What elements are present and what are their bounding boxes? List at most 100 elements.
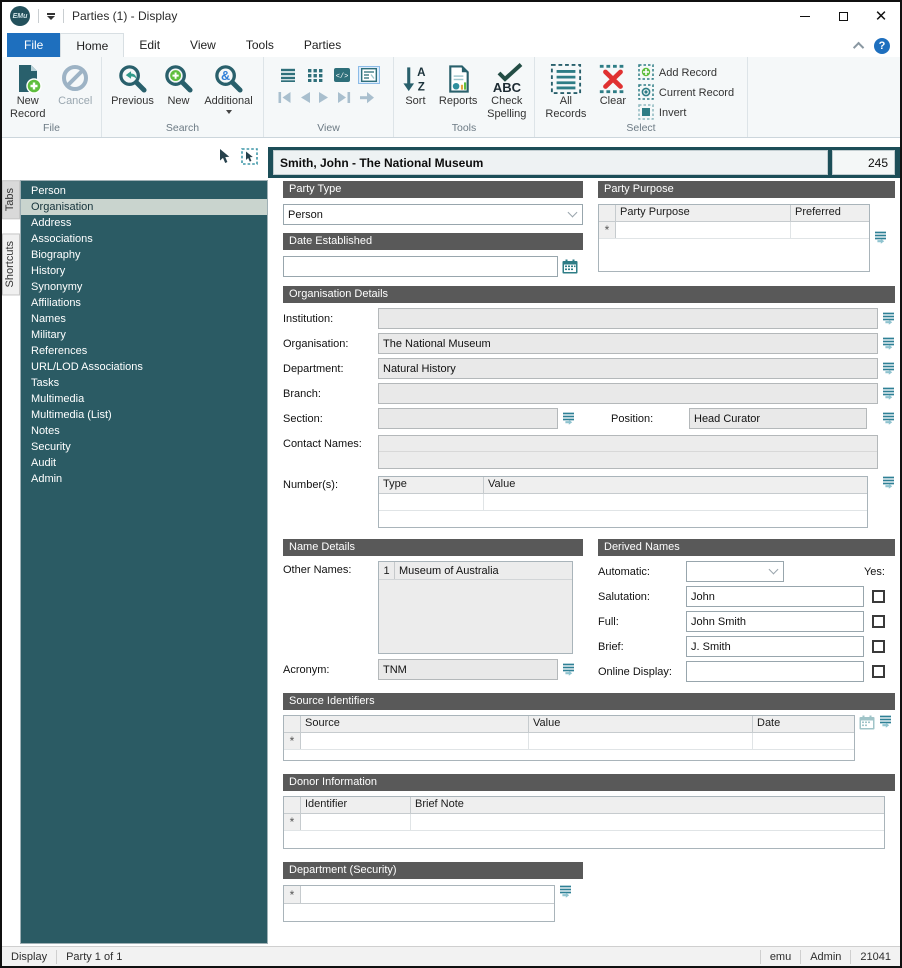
full-yes-checkbox[interactable]	[872, 615, 885, 628]
fill-tool-icon[interactable]	[882, 476, 895, 490]
fill-tool-icon[interactable]	[562, 663, 575, 677]
select-add-record-button[interactable]: Add Record	[638, 64, 734, 82]
department-security-list[interactable]: *	[283, 885, 555, 922]
date-established-input[interactable]	[283, 256, 558, 277]
tab-view[interactable]: View	[175, 33, 231, 57]
sidebar-item-url-lod-associations[interactable]: URL/LOD Associations	[21, 359, 267, 375]
sidebar-item-names[interactable]: Names	[21, 311, 267, 327]
fill-tool-icon[interactable]	[882, 362, 895, 376]
sidebar-item-biography[interactable]: Biography	[21, 247, 267, 263]
branch-input[interactable]	[378, 383, 878, 404]
sidebar-item-security[interactable]: Security	[21, 439, 267, 455]
sidebar-item-synonymy[interactable]: Synonymy	[21, 279, 267, 295]
view-list-icon[interactable]	[277, 66, 299, 84]
salutation-input[interactable]: John	[686, 586, 864, 607]
fill-tool-icon[interactable]	[882, 312, 895, 326]
sidebar-item-organisation[interactable]: Organisation	[21, 199, 267, 215]
party-purpose-table[interactable]: Party Purpose Preferred *	[598, 204, 870, 272]
sidebar-item-address[interactable]: Address	[21, 215, 267, 231]
sidebar-item-military[interactable]: Military	[21, 327, 267, 343]
help-icon[interactable]: ?	[874, 38, 890, 54]
fill-tool-icon[interactable]	[879, 715, 892, 729]
salutation-yes-checkbox[interactable]	[872, 590, 885, 603]
calendar-icon[interactable]	[859, 715, 875, 730]
tab-tools[interactable]: Tools	[231, 33, 289, 57]
brief-name-input[interactable]: J. Smith	[686, 636, 864, 657]
rail-tab-shortcuts[interactable]: Shortcuts	[2, 233, 20, 295]
source-identifiers-table[interactable]: Source Value Date *	[283, 715, 855, 761]
department-input[interactable]: Natural History	[378, 358, 878, 379]
maximize-button[interactable]	[824, 2, 862, 30]
automatic-dropdown[interactable]	[686, 561, 784, 582]
sidebar-item-history[interactable]: History	[21, 263, 267, 279]
select-all-records-button[interactable]: All Records	[540, 59, 592, 121]
first-record-icon[interactable]	[277, 91, 292, 109]
donor-information-table[interactable]: Identifier Brief Note *	[283, 796, 885, 849]
list-item[interactable]: 1 Museum of Australia	[379, 562, 572, 580]
goto-record-icon[interactable]	[359, 91, 375, 109]
tab-edit[interactable]: Edit	[124, 33, 175, 57]
numbers-table[interactable]: Type Value	[378, 476, 868, 528]
check-spelling-button[interactable]: ABC Check Spelling	[481, 59, 532, 121]
sidebar-item-multimedia-list[interactable]: Multimedia (List)	[21, 407, 267, 423]
sidebar-item-associations[interactable]: Associations	[21, 231, 267, 247]
rail-tab-tabs[interactable]: Tabs	[2, 180, 20, 219]
fill-tool-icon[interactable]	[874, 204, 887, 272]
tab-parties[interactable]: Parties	[289, 33, 356, 57]
select-clear-button[interactable]: Clear	[592, 59, 634, 108]
collapse-ribbon-icon[interactable]	[853, 42, 864, 53]
fill-tool-icon[interactable]	[562, 412, 575, 426]
online-display-yes-checkbox[interactable]	[872, 665, 885, 678]
fill-tool-icon[interactable]	[882, 337, 895, 351]
sidebar-item-affiliations[interactable]: Affiliations	[21, 295, 267, 311]
view-code-icon[interactable]: </>	[331, 66, 353, 84]
table-row[interactable]: *	[284, 814, 884, 831]
tab-home[interactable]: Home	[60, 33, 124, 57]
section-input[interactable]	[378, 408, 558, 429]
view-grid-icon[interactable]	[304, 66, 326, 84]
sort-button[interactable]: AZ Sort	[396, 59, 435, 108]
sidebar-item-multimedia[interactable]: Multimedia	[21, 391, 267, 407]
previous-record-icon[interactable]	[299, 91, 311, 109]
cancel-button[interactable]: Cancel	[52, 59, 100, 108]
party-type-dropdown[interactable]: Person	[283, 204, 583, 225]
pointer-mode-icon[interactable]	[218, 149, 232, 169]
fill-tool-icon[interactable]	[882, 412, 895, 426]
fill-tool-icon[interactable]	[559, 885, 572, 899]
position-input[interactable]: Head Curator	[689, 408, 867, 429]
search-additional-button[interactable]: & Additional	[200, 59, 258, 114]
sidebar-item-person[interactable]: Person	[21, 183, 267, 199]
quick-access-dropdown-icon[interactable]	[47, 13, 55, 20]
next-record-icon[interactable]	[318, 91, 330, 109]
sidebar-item-notes[interactable]: Notes	[21, 423, 267, 439]
full-name-input[interactable]: John Smith	[686, 611, 864, 632]
table-row[interactable]: *	[284, 733, 854, 750]
select-region-icon[interactable]	[241, 148, 258, 170]
contact-names-input[interactable]	[378, 435, 878, 469]
calendar-icon[interactable]	[562, 259, 578, 274]
new-record-button[interactable]: New Record	[4, 59, 52, 121]
fill-tool-icon[interactable]	[882, 387, 895, 401]
list-item[interactable]: *	[284, 886, 554, 904]
select-current-record-button[interactable]: Current Record	[638, 84, 734, 102]
search-new-button[interactable]: New	[158, 59, 200, 108]
online-display-input[interactable]	[686, 661, 864, 682]
sidebar-item-tasks[interactable]: Tasks	[21, 375, 267, 391]
minimize-button[interactable]	[786, 2, 824, 30]
sidebar-item-admin[interactable]: Admin	[21, 471, 267, 487]
view-form-icon[interactable]	[358, 66, 380, 84]
tab-file[interactable]: File	[7, 33, 60, 57]
institution-input[interactable]	[378, 308, 878, 329]
brief-yes-checkbox[interactable]	[872, 640, 885, 653]
acronym-input[interactable]: TNM	[378, 659, 558, 680]
select-invert-button[interactable]: Invert	[638, 104, 734, 122]
sidebar-item-references[interactable]: References	[21, 343, 267, 359]
table-row[interactable]: *	[599, 222, 869, 239]
search-previous-button[interactable]: Previous	[108, 59, 158, 108]
close-button[interactable]: ✕	[862, 2, 900, 30]
other-names-list[interactable]: 1 Museum of Australia	[378, 561, 573, 654]
last-record-icon[interactable]	[337, 91, 352, 109]
reports-button[interactable]: Reports	[435, 59, 482, 108]
table-row[interactable]	[379, 494, 867, 511]
sidebar-item-audit[interactable]: Audit	[21, 455, 267, 471]
